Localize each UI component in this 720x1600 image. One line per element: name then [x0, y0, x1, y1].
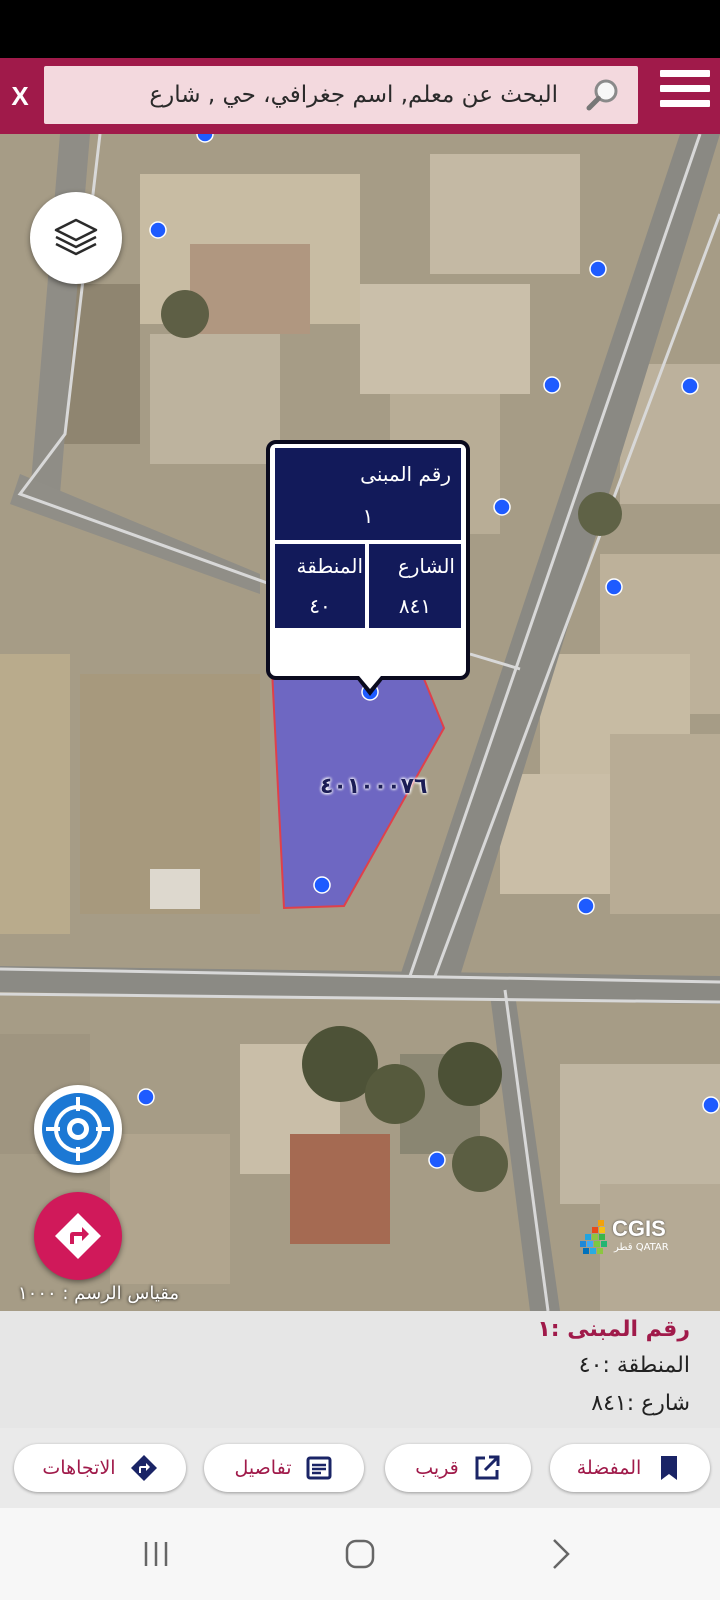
- popup-zone-label: المنطقة: [296, 554, 364, 578]
- map-marker: [149, 221, 167, 239]
- target-icon: [42, 1093, 114, 1165]
- parcel-id-label: ٤٠١٠٠٠٧٦: [320, 774, 428, 799]
- layers-icon: [54, 218, 98, 256]
- cgis-logo-mark: [580, 1220, 607, 1254]
- map-marker: [577, 897, 595, 915]
- hamburger-menu-icon[interactable]: [660, 70, 710, 120]
- cgis-logo-text: CGIS: [612, 1216, 666, 1241]
- search-input[interactable]: البحث عن معلم, اسم جغرافي، حي , شارع: [44, 66, 638, 124]
- nearby-label: قريب: [415, 1457, 459, 1479]
- popup-building-label: رقم المبنى: [360, 462, 451, 486]
- popup-street-cell: الشارع ٨٤١: [369, 544, 461, 628]
- layers-button[interactable]: [30, 192, 122, 284]
- popup-building-value: ١: [362, 504, 374, 528]
- map-marker: [543, 376, 561, 394]
- nearby-button[interactable]: قريب: [385, 1444, 531, 1492]
- cgis-logo-subtitle: قطر QATAR: [614, 1242, 669, 1253]
- favorites-button[interactable]: المفضلة: [550, 1444, 710, 1492]
- building-info-panel: رقم المبنى :١ المنطقة :٤٠ شارع :٨٤١: [0, 1311, 720, 1428]
- my-location-button[interactable]: [34, 1085, 122, 1173]
- recent-apps-icon[interactable]: [138, 1534, 178, 1574]
- details-button[interactable]: تفاصيل: [204, 1444, 364, 1492]
- popup-street-label: الشارع: [397, 554, 455, 578]
- action-bar: المفضلة قريب تفاصيل الاتجاهات: [0, 1428, 720, 1508]
- status-bar: [0, 0, 720, 58]
- favorites-label: المفضلة: [576, 1457, 642, 1479]
- map-marker: [681, 377, 699, 395]
- popup-zone-cell: المنطقة ٤٠: [275, 544, 365, 628]
- cgis-logo: CGIS قطر QATAR: [580, 1216, 688, 1260]
- map-marker: [605, 578, 623, 596]
- search-placeholder: البحث عن معلم, اسم جغرافي، حي , شارع: [149, 82, 558, 108]
- map-marker: [589, 260, 607, 278]
- directions-icon: [55, 1213, 101, 1259]
- map-marker: [702, 1096, 720, 1114]
- info-street: شارع :٨٤١: [591, 1391, 690, 1416]
- map-marker: [493, 498, 511, 516]
- info-building-number: رقم المبنى :١: [537, 1317, 690, 1342]
- popup-street-value: ٨٤١: [398, 594, 432, 618]
- directions-icon: [130, 1455, 157, 1481]
- map-marker: [313, 876, 331, 894]
- map-marker: [196, 134, 214, 143]
- system-navigation-bar: [0, 1508, 720, 1600]
- directions-fab-button[interactable]: [34, 1192, 122, 1280]
- map-marker: [428, 1151, 446, 1169]
- map-marker: [137, 1088, 155, 1106]
- info-zone: المنطقة :٤٠: [578, 1353, 690, 1378]
- map-scale: مقياس الرسم : ١٠٠٠: [18, 1283, 180, 1304]
- details-icon: [306, 1456, 332, 1480]
- directions-label: الاتجاهات: [42, 1457, 116, 1479]
- popup-building-cell: رقم المبنى ١: [275, 448, 461, 540]
- search-icon: [586, 79, 618, 111]
- top-search-bar: X البحث عن معلم, اسم جغرافي، حي , شارع: [0, 58, 720, 134]
- bookmark-icon: [661, 1456, 678, 1480]
- directions-button[interactable]: الاتجاهات: [14, 1444, 186, 1492]
- details-label: تفاصيل: [234, 1457, 292, 1479]
- close-button[interactable]: X: [0, 58, 40, 134]
- back-icon[interactable]: [540, 1534, 580, 1574]
- building-info-popup[interactable]: رقم المبنى ١ الشارع ٨٤١ المنطقة ٤٠: [266, 440, 470, 696]
- home-icon[interactable]: [340, 1534, 380, 1574]
- external-link-icon: [475, 1455, 500, 1480]
- popup-zone-value: ٤٠: [309, 594, 331, 618]
